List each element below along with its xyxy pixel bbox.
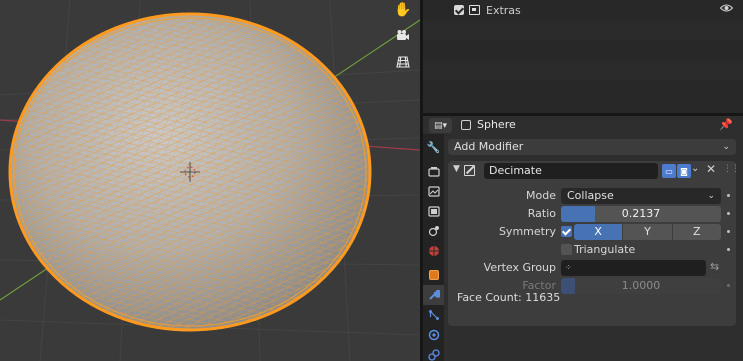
- animate-property-dot[interactable]: [727, 230, 730, 233]
- decimate-modifier-panel: ▼ Decimate ▭ ◙ ⌄ ✕ ⋮⋮⋮ Mode Collapse ⌄: [448, 161, 743, 326]
- add-modifier-label: Add Modifier: [454, 140, 524, 153]
- constraints-icon[interactable]: [423, 345, 444, 361]
- axis-y-button[interactable]: Y: [622, 224, 672, 240]
- ratio-value: 0.2137: [621, 207, 661, 220]
- vertex-group-row: Vertex Group ⁘ ⇆: [448, 260, 736, 276]
- 3d-viewport[interactable]: ✋: [0, 0, 420, 361]
- world-icon[interactable]: [423, 241, 444, 261]
- ratio-slider[interactable]: 0.2137: [561, 206, 721, 222]
- symmetry-row: Symmetry X Y Z: [448, 224, 736, 240]
- vertex-group-field[interactable]: ⁘: [561, 260, 706, 276]
- modifier-properties: Add Modifier ⌄ ▼ Decimate ▭ ◙ ⌄ ✕ ⋮⋮⋮ Mo…: [444, 134, 743, 361]
- pin-icon[interactable]: 📌: [719, 118, 733, 131]
- tool-icon[interactable]: 🔧: [423, 137, 444, 157]
- outliner-empty-row: [423, 20, 743, 40]
- view-layer-icon[interactable]: [423, 201, 444, 221]
- close-icon[interactable]: ✕: [706, 162, 716, 176]
- hand-pan-icon[interactable]: ✋: [393, 0, 413, 20]
- decimate-icon: [464, 165, 475, 176]
- output-icon[interactable]: [423, 181, 444, 201]
- eye-icon[interactable]: [719, 2, 734, 16]
- face-count-text: Face Count: 11635: [457, 291, 561, 304]
- modifier-name-field[interactable]: Decimate: [484, 163, 658, 179]
- show-in-viewport-icon[interactable]: ▭: [662, 164, 676, 178]
- outliner-empty-row: [423, 60, 743, 80]
- object-data-icon: [461, 120, 471, 130]
- add-modifier-dropdown[interactable]: Add Modifier ⌄: [448, 139, 736, 155]
- editor-type-dropdown[interactable]: ▤▾: [429, 118, 452, 133]
- factor-slider[interactable]: 1.0000: [561, 278, 721, 294]
- show-in-render-icon[interactable]: ◙: [677, 164, 691, 178]
- particles-icon[interactable]: [423, 305, 444, 325]
- modifier-header: ▼ Decimate ▭ ◙ ⌄ ✕ ⋮⋮⋮: [448, 161, 743, 181]
- symmetry-checkbox[interactable]: [561, 226, 572, 237]
- exclude-checkbox[interactable]: [454, 5, 464, 15]
- collection-icon: [469, 5, 480, 15]
- chevron-down-icon[interactable]: ⌄: [691, 163, 699, 174]
- vertex-group-label: Vertex Group: [483, 261, 556, 274]
- symmetry-label: Symmetry: [498, 225, 556, 238]
- collapse-arrow-icon[interactable]: ▼: [453, 164, 460, 174]
- symmetry-axis-selector: X Y Z: [574, 224, 721, 240]
- physics-icon[interactable]: [423, 325, 444, 345]
- drag-grip-icon[interactable]: ⋮⋮⋮: [723, 164, 743, 174]
- animate-property-dot[interactable]: [727, 212, 730, 215]
- triangulate-checkbox[interactable]: [561, 244, 572, 255]
- scene-icon[interactable]: [423, 221, 444, 241]
- mode-row: Mode Collapse ⌄: [448, 188, 736, 204]
- modifier-wrench-icon[interactable]: [423, 285, 444, 305]
- ratio-label: Ratio: [527, 207, 556, 220]
- object-name: Sphere: [477, 118, 516, 131]
- triangulate-row: Triangulate: [448, 242, 736, 258]
- triangulate-label: Triangulate: [574, 243, 636, 256]
- invert-arrows-icon[interactable]: ⇆: [710, 260, 719, 273]
- grid-ortho-icon[interactable]: [393, 52, 413, 72]
- viewport-navigation-gizmo: ✋: [392, 0, 414, 72]
- mode-label: Mode: [526, 189, 556, 202]
- ratio-row: Ratio 0.2137: [448, 206, 736, 222]
- outliner-panel: Extras: [423, 0, 743, 113]
- chevron-down-icon: ⌄: [722, 142, 730, 152]
- object-icon[interactable]: [423, 265, 444, 285]
- chevron-down-icon: ⌄: [707, 191, 715, 201]
- axis-z-button[interactable]: Z: [671, 224, 721, 240]
- animate-property-dot[interactable]: [727, 284, 730, 287]
- camera-view-icon[interactable]: [393, 26, 413, 46]
- properties-header: ▤▾ Sphere 📌: [423, 116, 743, 134]
- animate-property-dot[interactable]: [727, 248, 730, 251]
- factor-value: 1.0000: [621, 279, 661, 292]
- properties-tab-bar: 🔧: [423, 134, 444, 361]
- mode-value: Collapse: [567, 189, 614, 202]
- mode-select[interactable]: Collapse ⌄: [561, 188, 721, 204]
- render-icon[interactable]: [423, 161, 444, 181]
- vertex-group-icon: ⁘: [565, 263, 572, 272]
- outliner-empty-row: [423, 80, 743, 100]
- outliner-row-label: Extras: [486, 3, 521, 17]
- properties-editor: ▤▾ Sphere 📌 🔧 Add Modifier ⌄ ▼ Decimate …: [423, 116, 743, 361]
- outliner-empty-row: [423, 40, 743, 60]
- axis-x-button[interactable]: X: [574, 224, 623, 240]
- viewport-scene: [0, 0, 420, 361]
- animate-property-dot[interactable]: [727, 194, 730, 197]
- outliner-row-extras[interactable]: Extras: [423, 0, 743, 20]
